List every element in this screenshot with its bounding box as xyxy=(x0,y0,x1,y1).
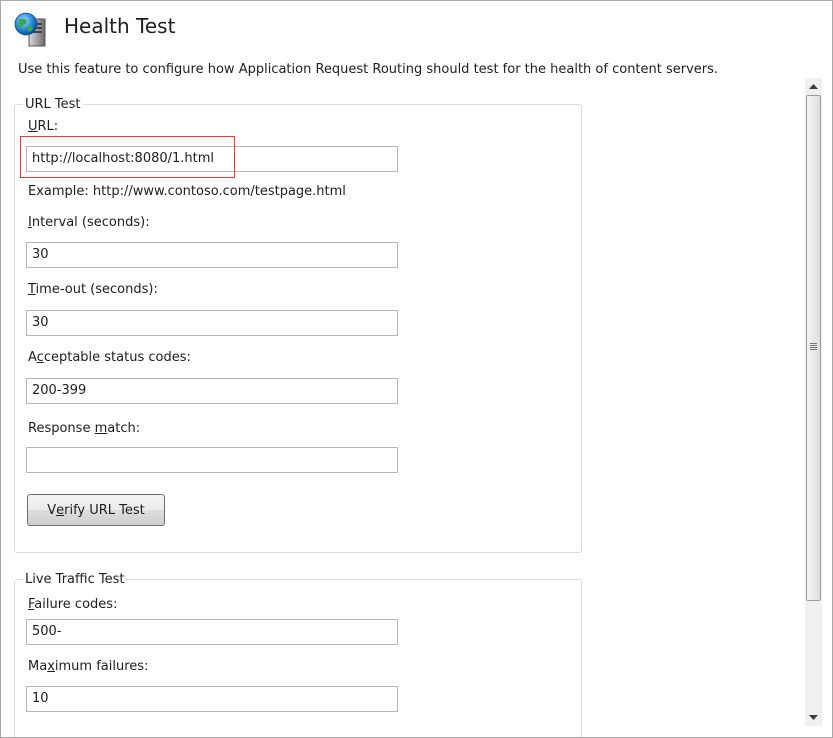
status-codes-field[interactable]: 200-399 xyxy=(26,378,398,404)
health-test-panel: Health Test Use this feature to configur… xyxy=(0,0,833,738)
live-traffic-test-legend: Live Traffic Test xyxy=(23,572,127,587)
scroll-grip-icon xyxy=(810,343,817,350)
scrollbar-thumb[interactable] xyxy=(806,95,821,601)
response-match-field[interactable] xyxy=(26,447,398,473)
url-test-legend: URL Test xyxy=(23,97,83,112)
failure-codes-label: Failure codes: xyxy=(28,597,118,612)
interval-field[interactable]: 30 xyxy=(26,242,398,268)
interval-label: Interval (seconds): xyxy=(28,215,150,230)
verify-url-test-button[interactable]: Ve rify URL Test xyxy=(27,494,165,526)
scroll-down-arrow-icon[interactable] xyxy=(805,709,822,726)
vertical-scrollbar[interactable] xyxy=(805,78,822,726)
page-description: Use this feature to configure how Applic… xyxy=(18,62,719,77)
url-example-text: Example: http://www.contoso.com/testpage… xyxy=(28,184,346,199)
max-failures-field[interactable]: 10 xyxy=(26,686,398,712)
timeout-label: Time-out (seconds): xyxy=(28,282,158,297)
failure-codes-field[interactable]: 500- xyxy=(26,619,398,645)
response-match-label: Response match: xyxy=(28,421,141,436)
url-label: URL: xyxy=(28,119,59,134)
max-failures-label: Maximum failures: xyxy=(28,659,149,674)
timeout-field[interactable]: 30 xyxy=(26,310,398,336)
url-field[interactable]: http://localhost:8080/1.html xyxy=(26,146,398,172)
live-traffic-test-group: Live Traffic Test Failure codes: 500- Ma… xyxy=(14,572,582,737)
globe-server-icon xyxy=(13,11,49,47)
page-title: Health Test xyxy=(64,14,176,38)
status-codes-label: Acceptable status codes: xyxy=(28,350,191,365)
scroll-up-arrow-icon[interactable] xyxy=(805,78,822,95)
url-test-group: URL Test URL: http://localhost:8080/1.ht… xyxy=(14,97,582,553)
